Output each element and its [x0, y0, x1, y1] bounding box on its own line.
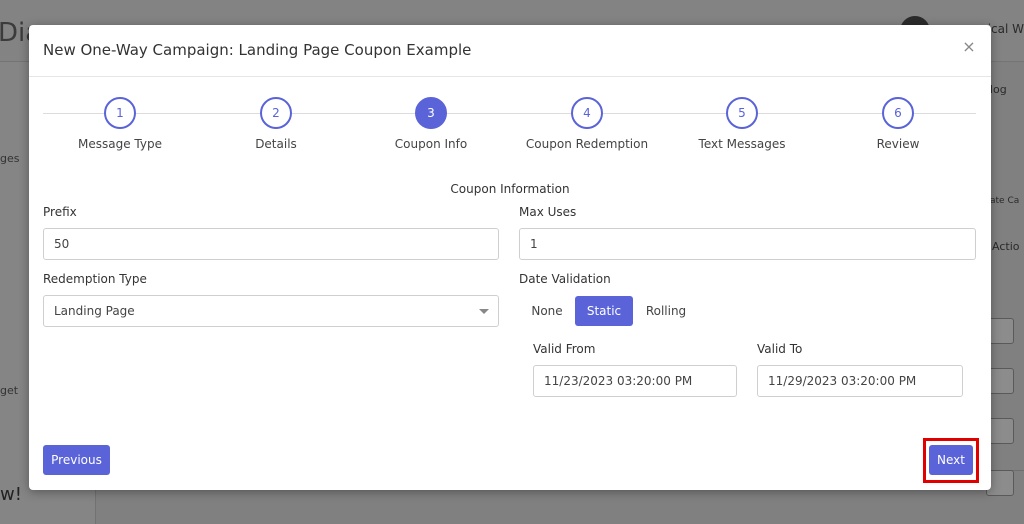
valid-from-label: Valid From — [533, 342, 596, 356]
redemption-type-value: Landing Page — [54, 304, 135, 318]
redemption-type-select[interactable]: Landing Page — [43, 295, 499, 327]
bg-sidebar-item: ges — [0, 152, 20, 165]
step-label: Text Messages — [698, 137, 786, 151]
step-details[interactable]: 2 Details — [211, 97, 341, 151]
bg-user-name: ical W — [987, 22, 1024, 36]
section-title: Coupon Information — [450, 182, 570, 196]
step-number: 3 — [415, 97, 447, 129]
wizard-stepper: 1 Message Type 2 Details 3 Coupon Info 4… — [43, 97, 976, 157]
chevron-down-icon — [479, 309, 489, 314]
step-number: 1 — [104, 97, 136, 129]
modal-header: New One-Way Campaign: Landing Page Coupo… — [29, 25, 991, 77]
bg-breadcrumb-text: log — [990, 83, 1007, 96]
bg-sidebar-item: get — [0, 384, 19, 397]
valid-from-input[interactable]: 11/23/2023 03:20:00 PM — [533, 365, 737, 397]
max-uses-label: Max Uses — [519, 205, 577, 219]
step-coupon-redemption[interactable]: 4 Coupon Redemption — [522, 97, 652, 151]
step-review[interactable]: 6 Review — [833, 97, 963, 151]
valid-to-input[interactable]: 11/29/2023 03:20:00 PM — [757, 365, 963, 397]
step-text-messages[interactable]: 5 Text Messages — [677, 97, 807, 151]
campaign-modal: New One-Way Campaign: Landing Page Coupo… — [29, 25, 991, 490]
max-uses-input[interactable]: 1 — [519, 228, 976, 260]
bg-actions-header: Actio — [992, 240, 1020, 253]
redemption-type-label: Redemption Type — [43, 272, 147, 286]
previous-button[interactable]: Previous — [43, 445, 110, 475]
step-label: Coupon Info — [394, 137, 468, 151]
date-validation-none[interactable]: None — [527, 296, 567, 326]
step-number: 2 — [260, 97, 292, 129]
date-validation-rolling[interactable]: Rolling — [641, 296, 691, 326]
step-number: 4 — [571, 97, 603, 129]
prefix-input[interactable]: 50 — [43, 228, 499, 260]
close-icon[interactable]: × — [961, 39, 977, 55]
step-message-type[interactable]: 1 Message Type — [55, 97, 185, 151]
bg-bottom-text: w! — [0, 484, 22, 505]
prefix-label: Prefix — [43, 205, 77, 219]
step-label: Message Type — [78, 137, 162, 151]
step-label: Details — [255, 137, 297, 151]
step-number: 6 — [882, 97, 914, 129]
date-validation-static[interactable]: Static — [575, 296, 633, 326]
step-label: Review — [876, 137, 920, 151]
next-highlight: Next — [923, 438, 979, 483]
step-coupon-info[interactable]: 3 Coupon Info — [366, 97, 496, 151]
bg-create-button-text: ate Ca — [990, 196, 1020, 206]
step-label: Coupon Redemption — [525, 137, 649, 151]
date-validation-label: Date Validation — [519, 272, 611, 286]
step-number: 5 — [726, 97, 758, 129]
next-button[interactable]: Next — [929, 445, 973, 475]
modal-title: New One-Way Campaign: Landing Page Coupo… — [43, 41, 472, 59]
valid-to-label: Valid To — [757, 342, 803, 356]
